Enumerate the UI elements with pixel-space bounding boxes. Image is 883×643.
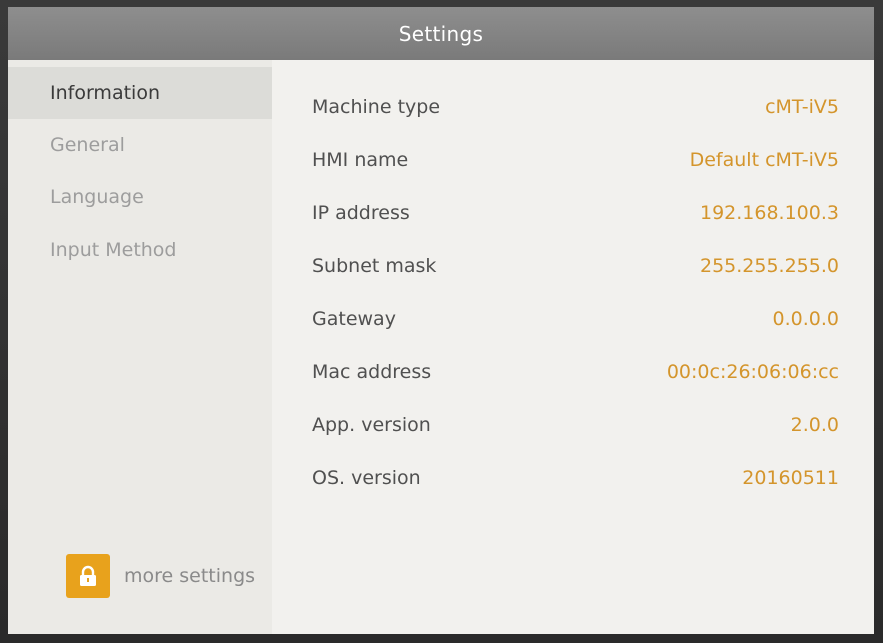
more-settings-button[interactable]: more settings <box>66 552 255 600</box>
info-row-subnet-mask: Subnet mask 255.255.255.0 <box>312 239 839 292</box>
sidebar-item-input-method[interactable]: Input Method <box>8 224 272 276</box>
information-panel: Machine type cMT-iV5 HMI name Default cM… <box>272 60 874 634</box>
info-value: 20160511 <box>742 466 839 489</box>
sidebar-item-label: General <box>50 134 125 156</box>
more-settings-label: more settings <box>124 565 256 587</box>
page-title: Settings <box>398 21 484 46</box>
info-value: Default cMT-iV5 <box>689 148 839 171</box>
info-label: OS. version <box>312 466 421 489</box>
sidebar-item-general[interactable]: General <box>8 119 272 171</box>
info-row-machine-type: Machine type cMT-iV5 <box>312 80 839 133</box>
sidebar: Information General Language Input Metho… <box>8 60 272 634</box>
info-row-hmi-name: HMI name Default cMT-iV5 <box>312 133 839 186</box>
info-row-mac-address: Mac address 00:0c:26:06:06:cc <box>312 345 839 398</box>
sidebar-item-label: Language <box>50 186 144 208</box>
info-label: IP address <box>312 201 410 224</box>
device-bezel: Settings Information General Language In… <box>0 0 883 643</box>
sidebar-item-information[interactable]: Information <box>8 67 272 119</box>
info-value: 0.0.0.0 <box>772 307 839 330</box>
sidebar-item-language[interactable]: Language <box>8 171 272 223</box>
info-value: cMT-iV5 <box>765 95 839 118</box>
sidebar-item-label: Information <box>50 82 160 104</box>
info-value: 192.168.100.3 <box>699 201 839 224</box>
title-bar: Settings <box>8 7 874 60</box>
info-label: Mac address <box>312 360 432 383</box>
info-value: 2.0.0 <box>790 413 839 436</box>
info-value: 00:0c:26:06:06:cc <box>666 360 839 383</box>
info-label: Gateway <box>312 307 396 330</box>
sidebar-item-label: Input Method <box>50 239 177 261</box>
info-label: Machine type <box>312 95 441 118</box>
info-row-app-version: App. version 2.0.0 <box>312 398 839 451</box>
info-row-ip-address: IP address 192.168.100.3 <box>312 186 839 239</box>
info-label: Subnet mask <box>312 254 437 277</box>
info-row-gateway: Gateway 0.0.0.0 <box>312 292 839 345</box>
hmi-screen: Settings Information General Language In… <box>8 7 874 634</box>
info-row-os-version: OS. version 20160511 <box>312 451 839 504</box>
info-label: App. version <box>312 413 431 436</box>
lock-icon[interactable] <box>66 554 110 598</box>
info-value: 255.255.255.0 <box>699 254 839 277</box>
info-label: HMI name <box>312 148 409 171</box>
